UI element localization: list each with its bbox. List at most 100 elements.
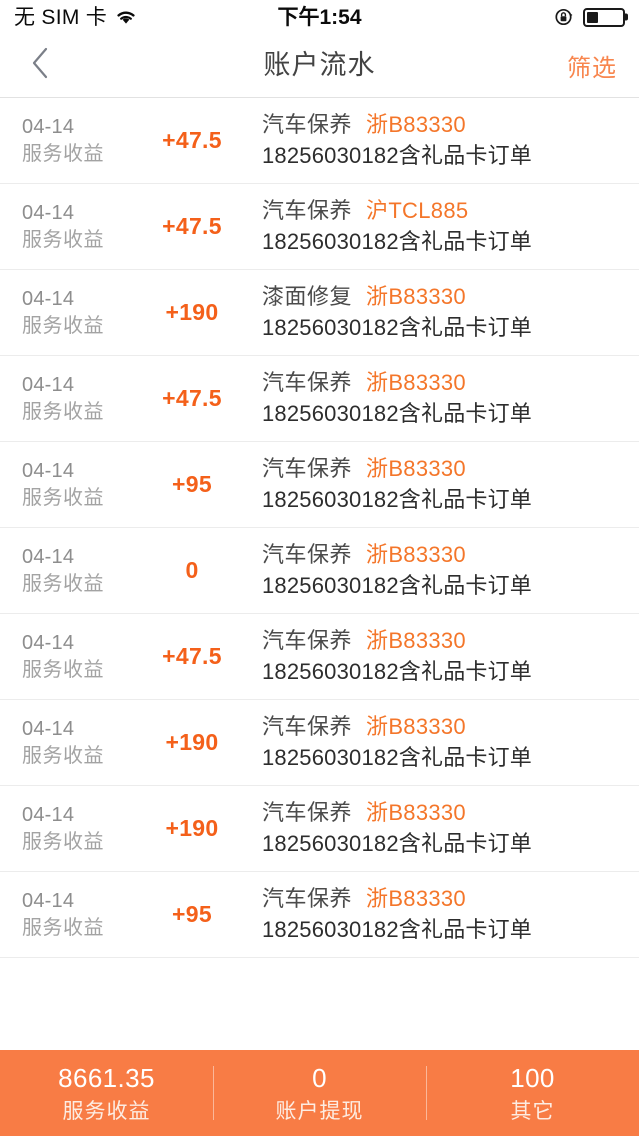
filter-button[interactable]: 筛选	[567, 48, 639, 83]
table-row[interactable]: 04-14 服务收益 +190 汽车保养 浙B83330 18256030182…	[0, 786, 639, 872]
row-amount: +95	[172, 471, 212, 497]
summary-item-service-income[interactable]: 8661.35 服务收益	[0, 1050, 213, 1136]
row-detail: 汽车保养 浙B83330 18256030182含礼品卡订单	[262, 114, 639, 167]
summary-label: 服务收益	[62, 1099, 151, 1123]
row-service-line: 汽车保养 浙B83330	[262, 802, 623, 824]
page-title: 账户流水	[263, 50, 376, 80]
row-service-line: 汽车保养 浙B83330	[262, 458, 623, 480]
summary-label: 其它	[510, 1099, 555, 1123]
row-description: 18256030182含礼品卡订单	[262, 229, 532, 254]
row-service: 汽车保养	[262, 198, 353, 223]
table-row[interactable]: 04-14 服务收益 +47.5 汽车保养 浙B83330 1825603018…	[0, 614, 639, 700]
row-type: 服务收益	[22, 143, 104, 165]
transaction-list[interactable]: 04-14 服务收益 +47.5 汽车保养 浙B83330 1825603018…	[0, 98, 639, 1050]
row-amount: 0	[185, 557, 199, 583]
row-service: 汽车保养	[262, 542, 353, 567]
row-service-line: 汽车保养 浙B83330	[262, 630, 623, 652]
row-detail: 汽车保养 浙B83330 18256030182含礼品卡订单	[262, 458, 639, 511]
row-service-line: 汽车保养 浙B83330	[262, 372, 623, 394]
status-bar: 无 SIM 卡 下午1:54	[0, 0, 639, 34]
table-row[interactable]: 04-14 服务收益 +47.5 汽车保养 沪TCL885 1825603018…	[0, 184, 639, 270]
row-type: 服务收益	[22, 659, 104, 681]
rotation-lock-icon	[554, 7, 574, 27]
app-screen: 无 SIM 卡 下午1:54 账户流水 筛选 04-14 服务收益 +47.5 …	[0, 0, 639, 1136]
summary-value: 100	[510, 1062, 555, 1093]
row-description: 18256030182含礼品卡订单	[262, 143, 532, 168]
summary-label: 账户提现	[275, 1099, 364, 1123]
row-plate: 浙B83330	[366, 714, 466, 739]
table-row[interactable]: 04-14 服务收益 0 汽车保养 浙B83330 18256030182含礼品…	[0, 528, 639, 614]
row-meta: 04-14 服务收益	[0, 461, 122, 508]
table-row[interactable]: 04-14 服务收益 +47.5 汽车保养 浙B83330 1825603018…	[0, 356, 639, 442]
row-service-line: 漆面修复 浙B83330	[262, 286, 623, 308]
row-meta: 04-14 服务收益	[0, 547, 122, 594]
row-date: 04-14	[22, 546, 75, 568]
row-detail: 汽车保养 浙B83330 18256030182含礼品卡订单	[262, 372, 639, 425]
summary-item-other[interactable]: 100 其它	[426, 1050, 639, 1136]
row-description: 18256030182含礼品卡订单	[262, 487, 532, 512]
navigation-bar: 账户流水 筛选	[0, 34, 639, 98]
row-amount: +95	[172, 901, 212, 927]
row-meta: 04-14 服务收益	[0, 289, 122, 336]
row-meta: 04-14 服务收益	[0, 375, 122, 422]
row-service-line: 汽车保养 浙B83330	[262, 716, 623, 738]
row-type: 服务收益	[22, 487, 104, 509]
summary-item-withdrawal[interactable]: 0 账户提现	[213, 1050, 426, 1136]
row-detail: 汽车保养 浙B83330 18256030182含礼品卡订单	[262, 630, 639, 683]
summary-bar: 8661.35 服务收益 0 账户提现 100 其它	[0, 1050, 639, 1136]
row-service: 汽车保养	[262, 112, 353, 137]
row-plate: 浙B83330	[366, 112, 466, 137]
row-service: 汽车保养	[262, 370, 353, 395]
row-type: 服务收益	[22, 573, 104, 595]
chevron-left-icon	[29, 45, 51, 86]
row-meta: 04-14 服务收益	[0, 203, 122, 250]
table-row[interactable]: 04-14 服务收益 +95 汽车保养 浙B83330 18256030182含…	[0, 872, 639, 958]
row-detail: 汽车保养 浙B83330 18256030182含礼品卡订单	[262, 544, 639, 597]
row-plate: 沪TCL885	[366, 198, 469, 223]
row-meta: 04-14 服务收益	[0, 117, 122, 164]
table-row[interactable]: 04-14 服务收益 +190 汽车保养 浙B83330 18256030182…	[0, 700, 639, 786]
row-type: 服务收益	[22, 917, 104, 939]
summary-value: 8661.35	[58, 1062, 155, 1093]
row-description: 18256030182含礼品卡订单	[262, 831, 532, 856]
row-amount: +190	[165, 729, 219, 755]
row-date: 04-14	[22, 288, 75, 310]
row-type: 服务收益	[22, 745, 104, 767]
table-row[interactable]: 04-14 服务收益 +190 漆面修复 浙B83330 18256030182…	[0, 270, 639, 356]
summary-value: 0	[312, 1062, 327, 1093]
carrier-label: 无 SIM 卡	[14, 5, 108, 29]
row-service-line: 汽车保养 沪TCL885	[262, 200, 623, 222]
row-service: 汽车保养	[262, 628, 353, 653]
row-date: 04-14	[22, 202, 75, 224]
row-plate: 浙B83330	[366, 370, 466, 395]
row-type: 服务收益	[22, 401, 104, 423]
row-detail: 漆面修复 浙B83330 18256030182含礼品卡订单	[262, 286, 639, 339]
row-amount: +47.5	[162, 643, 222, 669]
row-meta: 04-14 服务收益	[0, 805, 122, 852]
table-row[interactable]: 04-14 服务收益 +95 汽车保养 浙B83330 18256030182含…	[0, 442, 639, 528]
row-amount: +190	[165, 299, 219, 325]
row-description: 18256030182含礼品卡订单	[262, 573, 532, 598]
row-amount: +47.5	[162, 385, 222, 411]
back-button[interactable]	[0, 34, 80, 97]
row-type: 服务收益	[22, 831, 104, 853]
row-date: 04-14	[22, 460, 75, 482]
table-row[interactable]: 04-14 服务收益 +47.5 汽车保养 浙B83330 1825603018…	[0, 98, 639, 184]
row-service: 汽车保养	[262, 456, 353, 481]
status-bar-left: 无 SIM 卡	[14, 7, 138, 28]
row-plate: 浙B83330	[366, 800, 466, 825]
battery-fill	[587, 11, 598, 23]
row-description: 18256030182含礼品卡订单	[262, 659, 532, 684]
row-service-line: 汽车保养 浙B83330	[262, 544, 623, 566]
row-detail: 汽车保养 沪TCL885 18256030182含礼品卡订单	[262, 200, 639, 253]
row-amount: +190	[165, 815, 219, 841]
row-plate: 浙B83330	[366, 886, 466, 911]
row-meta: 04-14 服务收益	[0, 719, 122, 766]
row-plate: 浙B83330	[366, 542, 466, 567]
row-meta: 04-14 服务收益	[0, 633, 122, 680]
row-plate: 浙B83330	[366, 284, 466, 309]
row-description: 18256030182含礼品卡订单	[262, 917, 532, 942]
row-type: 服务收益	[22, 229, 104, 251]
row-plate: 浙B83330	[366, 628, 466, 653]
row-service: 汽车保养	[262, 886, 353, 911]
